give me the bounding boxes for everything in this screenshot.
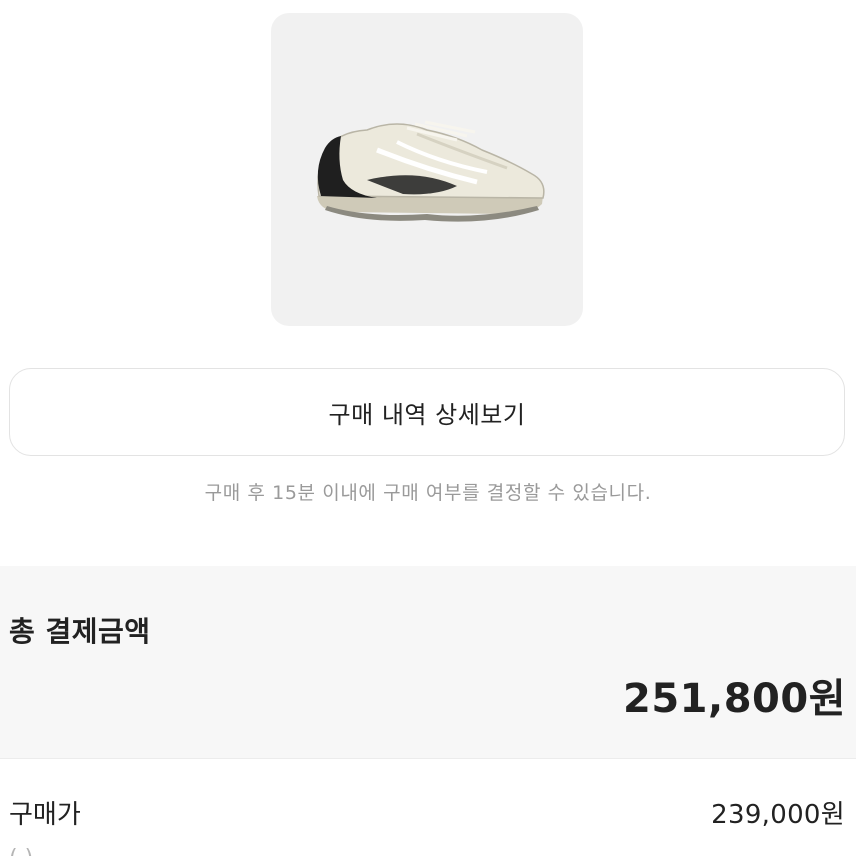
decision-notice: 구매 후 15분 이내에 구매 여부를 결정할 수 있습니다.	[204, 482, 652, 504]
purchase-price-value: 239,000원	[711, 799, 845, 830]
sneaker-image	[317, 120, 545, 222]
purchase-summary-page: 구매 내역 상세보기 구매 후 15분 이내에 구매 여부를 결정할 수 있습니…	[0, 0, 856, 856]
purchase-price-row: 구매가 239,000원	[9, 794, 845, 830]
total-payment-amount: 251,800원	[623, 676, 846, 722]
next-row-partial-label: ( )	[9, 846, 129, 856]
section-divider	[0, 758, 856, 759]
product-image-card[interactable]	[271, 13, 583, 326]
next-row-partial: ( )	[9, 846, 129, 856]
purchase-detail-button-label: 구매 내역 상세보기	[328, 400, 526, 429]
purchase-price-label: 구매가	[9, 799, 81, 830]
total-payment-section: 총 결제금액 251,800원	[0, 566, 856, 758]
purchase-detail-button[interactable]: 구매 내역 상세보기	[9, 368, 845, 456]
total-payment-label: 총 결제금액	[9, 615, 151, 648]
